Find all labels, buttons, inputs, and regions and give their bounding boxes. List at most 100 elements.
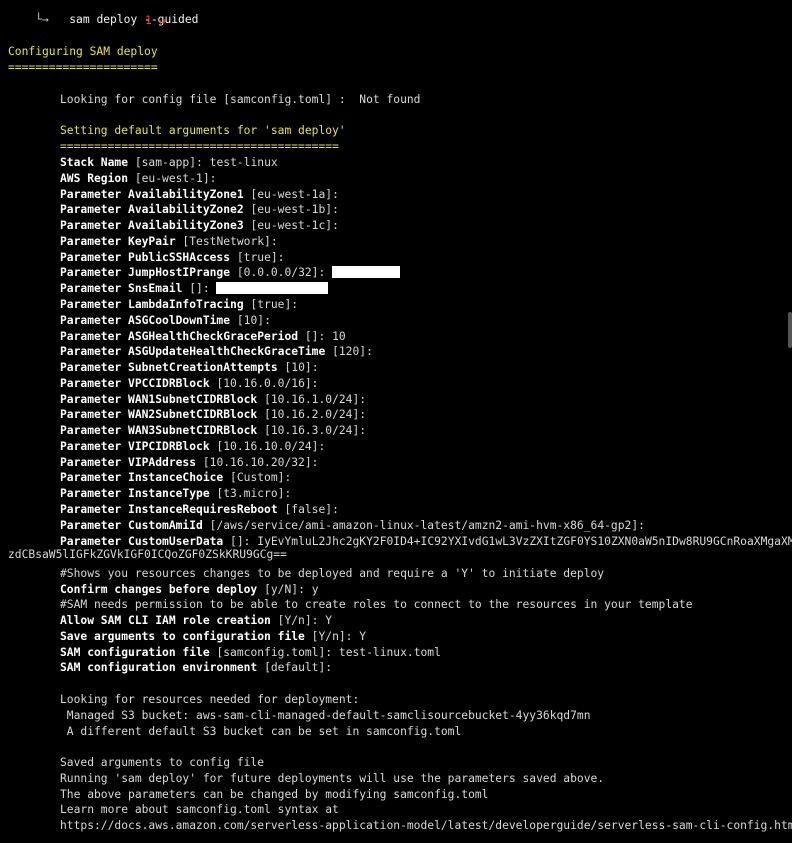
parameter-default: [10.16.10.0/24] bbox=[216, 439, 319, 453]
parameter-colon: : bbox=[243, 534, 251, 548]
resources-line-1: Looking for resources needed for deploym… bbox=[60, 693, 360, 706]
parameter-value: 10 bbox=[332, 329, 346, 343]
parameter-default: [false] bbox=[284, 502, 333, 516]
confirm-default: [y/N]: bbox=[264, 583, 305, 596]
parameter-default: [sam-app] bbox=[134, 156, 197, 169]
parameter-default: [120] bbox=[332, 345, 367, 359]
parameter-line: Parameter PublicSSHAccess [true]: bbox=[60, 251, 284, 265]
parameter-colon: : bbox=[359, 408, 367, 422]
parameter-key: Parameter ASGHealthCheckGracePeriod bbox=[60, 329, 299, 343]
parameter-colon: : bbox=[284, 471, 292, 485]
parameter-line: Parameter LambdaInfoTracing [true]: bbox=[60, 298, 298, 312]
terminal-window[interactable]: └→ sam deploy --guided 1 ↵ Configuring S… bbox=[0, 0, 795, 843]
parameter-default: [10.16.3.0/24] bbox=[264, 424, 360, 438]
parameter-line: Parameter InstanceType [t3.micro]: bbox=[60, 487, 291, 501]
parameter-key: AWS Region bbox=[60, 171, 129, 185]
parameter-default: [10] bbox=[236, 313, 265, 327]
parameter-colon: : bbox=[291, 297, 299, 311]
parameter-key: Parameter SnsEmail bbox=[60, 282, 183, 296]
parameter-colon: : bbox=[277, 250, 285, 264]
parameter-colon: : bbox=[264, 313, 271, 327]
parameter-line: Parameter AvailabilityZone2 [eu-west-1b]… bbox=[60, 203, 339, 217]
iam-default: [Y/n]: bbox=[277, 614, 319, 627]
parameter-line: Parameter WAN3SubnetCIDRBlock [10.16.3.0… bbox=[60, 424, 366, 438]
parameter-default: [10.16.2.0/24] bbox=[264, 408, 360, 422]
save-key: Save arguments to configuration file bbox=[60, 630, 305, 643]
parameter-colon: : bbox=[366, 345, 373, 359]
parameter-line: Parameter VIPAddress [10.16.10.20/32]: bbox=[60, 456, 318, 470]
parameter-default: [eu-west-1c] bbox=[250, 219, 333, 233]
parameter-key: Parameter CustomAmiId bbox=[60, 518, 203, 532]
confirm-changes-line: Confirm changes before deploy [y/N]: y bbox=[60, 583, 319, 597]
parameter-colon: : bbox=[332, 502, 339, 516]
parameter-default: [eu-west-1b] bbox=[250, 203, 333, 217]
command-annotation: 1 ↵ bbox=[145, 14, 166, 27]
parameter-default: [TestNetwork] bbox=[182, 234, 271, 248]
config-lookup-line: Looking for config file [samconfig.toml]… bbox=[60, 93, 420, 107]
saved-docs-link[interactable]: https://docs.aws.amazon.com/serverless-a… bbox=[60, 819, 795, 833]
parameter-line: Parameter VPCCIDRBlock [10.16.0.0/16]: bbox=[60, 377, 318, 391]
parameter-key: Parameter VPCCIDRBlock bbox=[60, 376, 210, 390]
defaults-underline: ========================================… bbox=[60, 140, 339, 153]
parameter-colon: : bbox=[284, 487, 292, 501]
saved-line-3: The above parameters can be changed by m… bbox=[60, 788, 489, 801]
parameter-colon: : bbox=[318, 439, 326, 453]
parameter-value: IyEvYmluL2Jhc2gKY2F0ID4+IC92YXIvdG1wL3Vz… bbox=[257, 534, 795, 548]
parameter-default: [10] bbox=[284, 361, 312, 374]
parameter-key: Parameter ASGCoolDownTime bbox=[60, 313, 231, 327]
config-file-line: SAM configuration file [samconfig.toml]:… bbox=[60, 646, 441, 660]
parameter-line: Parameter InstanceRequiresReboot [false]… bbox=[60, 503, 339, 517]
iam-value: Y bbox=[325, 614, 333, 627]
parameter-colon: : bbox=[318, 329, 326, 343]
parameter-colon: : bbox=[638, 518, 645, 532]
save-args-line: Save arguments to configuration file [Y/… bbox=[60, 630, 366, 644]
config-lookup-label: Looking for config file [samconfig.toml]… bbox=[60, 93, 346, 106]
saved-line-2: Running 'sam deploy' for future deployme… bbox=[60, 772, 605, 785]
parameter-colon: : bbox=[270, 234, 278, 248]
userdata-wrap-line: zdCBsaW5lIGFkZGVkIGF0ICQoZGF0ZSkKRU9GCg=… bbox=[8, 548, 287, 561]
parameter-line: Parameter AvailabilityZone3 [eu-west-1c]… bbox=[60, 219, 339, 233]
cfgenv-key: SAM configuration environment bbox=[60, 661, 258, 674]
saved-line-1: Saved arguments to config file bbox=[60, 756, 265, 769]
config-lookup-status: Not found bbox=[359, 93, 421, 106]
parameter-default: [] bbox=[230, 534, 244, 548]
parameter-default: [10.16.10.20/32] bbox=[202, 455, 312, 469]
parameter-default: [Custom] bbox=[230, 471, 285, 485]
parameter-colon: : bbox=[359, 392, 367, 406]
parameter-default: [t3.micro] bbox=[216, 487, 285, 501]
parameter-key: Parameter WAN2SubnetCIDRBlock bbox=[60, 408, 258, 422]
parameter-line: Parameter CustomUserData []: IyEvYmluL2J… bbox=[60, 535, 795, 549]
prompt-arrow-icon: └→ bbox=[35, 13, 49, 26]
parameter-value: test-linux bbox=[209, 156, 278, 169]
command-text: sam deploy --guided bbox=[69, 13, 199, 26]
comment-line-2: #SAM needs permission to be able to crea… bbox=[60, 598, 693, 611]
parameter-key: Parameter InstanceType bbox=[60, 487, 210, 501]
parameter-key: Parameter JumpHostIPrange bbox=[60, 266, 231, 280]
parameter-line: Parameter AvailabilityZone1 [eu-west-1a]… bbox=[60, 188, 339, 202]
parameter-default: [eu-west-1a] bbox=[250, 187, 333, 201]
parameter-key: Parameter PublicSSHAccess bbox=[60, 250, 231, 264]
iam-line: Allow SAM CLI IAM role creation [Y/n]: Y bbox=[60, 614, 332, 628]
parameter-line: Parameter ASGUpdateHealthCheckGraceTime … bbox=[60, 345, 373, 359]
parameter-line: Parameter KeyPair [TestNetwork]: bbox=[60, 235, 278, 249]
parameter-default: [true] bbox=[250, 297, 292, 311]
parameter-default: [0.0.0.0/32] bbox=[236, 266, 319, 280]
parameter-colon: : bbox=[311, 361, 319, 374]
parameter-key: Parameter AvailabilityZone3 bbox=[60, 219, 244, 233]
saved-line-4: Learn more about samconfig.toml syntax a… bbox=[60, 803, 339, 816]
parameter-default: [] bbox=[189, 282, 203, 296]
resources-line-3: A different default S3 bucket can be set… bbox=[60, 725, 462, 738]
parameter-line: Parameter SnsEmail []: bbox=[60, 282, 329, 296]
parameter-colon: : bbox=[311, 455, 319, 469]
config-env-line: SAM configuration environment [default]: bbox=[60, 661, 332, 675]
parameter-key: Parameter InstanceChoice bbox=[60, 471, 224, 485]
parameter-line: AWS Region [eu-west-1]: bbox=[60, 172, 216, 186]
parameter-line: Parameter WAN2SubnetCIDRBlock [10.16.2.0… bbox=[60, 408, 366, 422]
parameter-default: [] bbox=[304, 329, 319, 343]
cfgfile-default: [samconfig.toml]: bbox=[216, 646, 333, 659]
parameter-default: [10.16.1.0/24] bbox=[264, 392, 360, 406]
parameter-default: [/aws/service/ami-amazon-linux-latest/am… bbox=[209, 518, 639, 532]
parameter-key: Parameter AvailabilityZone2 bbox=[60, 203, 244, 217]
save-default: [Y/n]: bbox=[311, 630, 353, 643]
parameter-key: Stack Name bbox=[60, 156, 129, 169]
